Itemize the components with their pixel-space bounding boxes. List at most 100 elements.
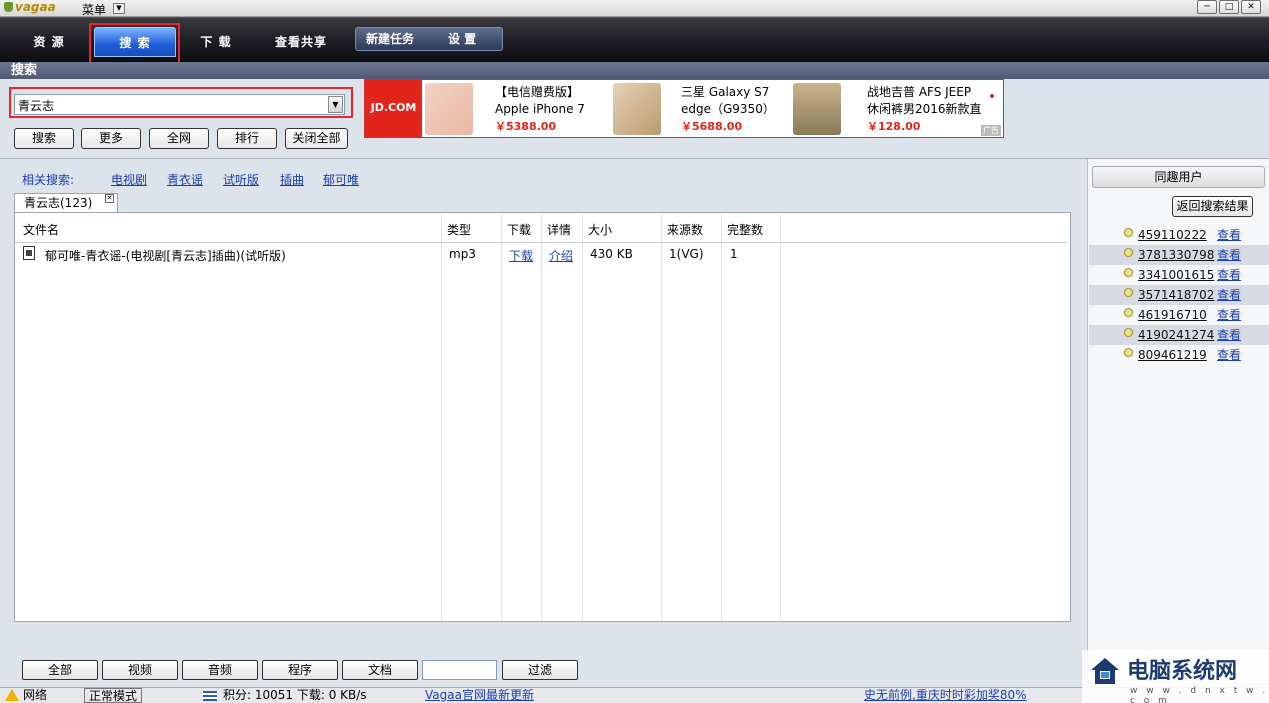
related-link-preview[interactable]: 试听版 [223,171,259,188]
col-divider [721,213,722,621]
user-row[interactable]: 3781330798 查看 [1089,245,1269,265]
restore-button[interactable]: □ [1219,0,1239,14]
search-area: 青云志 ▼ 搜索 更多 全网 排行 关闭全部 JD.COM 【电信赠费版】 Ap… [0,79,1269,159]
pants-image [793,83,841,135]
ad-item-1-line2: Apple iPhone 7 [495,102,585,116]
col-header-sources[interactable]: 来源数 [667,221,703,238]
related-link-song[interactable]: 青衣谣 [167,171,203,188]
filter-audio-button[interactable]: 音频 [182,660,258,680]
user-id[interactable]: 3341001615 [1138,265,1214,285]
similar-users-header[interactable]: 同趣用户 [1092,166,1265,188]
col-header-complete[interactable]: 完整数 [727,221,763,238]
download-link[interactable]: 下载 [509,247,533,264]
related-link-tv[interactable]: 电视剧 [111,171,147,188]
col-divider [661,213,662,621]
col-header-type[interactable]: 类型 [447,221,471,238]
ad-banner[interactable]: JD.COM 【电信赠费版】 Apple iPhone 7 ￥5388.00 三… [364,79,1004,138]
menu-dropdown-icon[interactable]: ▼ [113,3,125,14]
filter-all-button[interactable]: 全部 [22,660,98,680]
col-header-size[interactable]: 大小 [588,221,612,238]
tab-search[interactable]: 搜 索 [94,27,176,57]
search-input[interactable]: 青云志 ▼ [14,94,345,115]
ad-item-2-price: ￥5688.00 [681,120,743,133]
cell-size: 430 KB [590,247,633,261]
user-icon [1123,268,1134,281]
view-user-link[interactable]: 查看 [1217,325,1241,345]
col-header-name[interactable]: 文件名 [23,221,59,238]
col-divider [780,213,781,621]
close-icon[interactable]: ✕ [105,194,114,203]
col-header-detail[interactable]: 详情 [547,221,571,238]
col-header-download[interactable]: 下载 [507,221,531,238]
view-user-link[interactable]: 查看 [1217,345,1241,365]
filter-input[interactable] [422,660,497,680]
results-table: 文件名 类型 下载 详情 大小 来源数 完整数 郁可唯-青衣谣-(电视剧[青云志… [14,212,1071,622]
user-id[interactable]: 4190241274 [1138,325,1214,345]
ad-item-3[interactable]: 战地吉普 AFS JEEP 休闲裤男2016新款直 ￥128.00 [867,84,982,135]
ad-item-2[interactable]: 三星 Galaxy S7 edge（G9350） ￥5688.00 [681,84,775,135]
user-id[interactable]: 3571418702 [1138,285,1214,305]
tab-resources[interactable]: 资 源 [14,27,84,57]
section-title: 搜索 [0,62,1269,79]
minimize-button[interactable]: ─ [1197,0,1217,14]
user-id[interactable]: 3781330798 [1138,245,1214,265]
col-divider [501,213,502,621]
ad-item-1[interactable]: 【电信赠费版】 Apple iPhone 7 ￥5388.00 [495,84,585,135]
tab-downloads[interactable]: 下 载 [180,27,252,57]
cell-type: mp3 [449,247,476,261]
related-link-artist[interactable]: 郁可唯 [323,171,359,188]
all-web-button[interactable]: 全网 [149,128,209,149]
user-icon [1123,228,1134,241]
network-status: 网络 [23,688,48,702]
more-button[interactable]: 更多 [81,128,141,149]
ad-item-1-price: ￥5388.00 [495,120,557,133]
similar-users-panel: 同趣用户 返回搜索结果 459110222 查看 3781330798 查看 33410… [1087,159,1269,687]
iphone-image [425,83,473,135]
close-all-button[interactable]: 关闭全部 [285,128,348,149]
filter-program-button[interactable]: 程序 [262,660,338,680]
tab-result[interactable]: 青云志(123) [14,193,118,213]
title-bar: vagaa 菜单 ▼ ─ □ ✕ [0,0,1269,17]
mode-indicator[interactable]: 正常模式 [84,688,142,703]
filter-apply-button[interactable]: 过滤 [502,660,578,680]
view-user-link[interactable]: 查看 [1217,265,1241,285]
user-id[interactable]: 459110222 [1138,225,1207,245]
search-button[interactable]: 搜索 [14,128,74,149]
user-row[interactable]: 459110222 查看 [1089,225,1269,245]
tab-settings[interactable]: 设 置 [448,28,476,50]
tab-view-share[interactable]: 查看共享 [260,27,342,57]
view-user-link[interactable]: 查看 [1217,225,1241,245]
related-link-insert[interactable]: 插曲 [280,171,304,188]
user-row[interactable]: 809461219 查看 [1089,345,1269,365]
filter-doc-button[interactable]: 文档 [342,660,418,680]
user-icon [1123,248,1134,261]
promo-link[interactable]: 史无前例,重庆时时彩加奖80% [864,688,1027,703]
user-id[interactable]: 809461219 [1138,345,1207,365]
user-row[interactable]: 3341001615 查看 [1089,265,1269,285]
chevron-down-icon[interactable]: ▼ [328,96,343,113]
detail-link[interactable]: 介绍 [549,247,573,264]
close-button[interactable]: ✕ [1241,0,1261,14]
view-user-link[interactable]: 查看 [1217,305,1241,325]
user-id[interactable]: 461916710 [1138,305,1207,325]
user-row[interactable]: 4190241274 查看 [1089,325,1269,345]
user-icon [1123,348,1134,361]
ad-item-3-line2: 休闲裤男2016新款直 [867,102,982,116]
main-nav: 资 源 搜 索 下 载 查看共享 新建任务 设 置 [0,17,1269,62]
filter-video-button[interactable]: 视频 [102,660,178,680]
view-user-link[interactable]: 查看 [1217,285,1241,305]
menu-label[interactable]: 菜单 [82,1,106,18]
tab-new-task[interactable]: 新建任务 [366,28,414,50]
view-user-link[interactable]: 查看 [1217,245,1241,265]
ad-item-1-line1: 【电信赠费版】 [495,85,580,99]
ad-item-2-line2: edge（G9350） [681,102,775,116]
user-row[interactable]: 3571418702 查看 [1089,285,1269,305]
update-link[interactable]: Vagaa官网最新更新 [425,688,534,703]
back-to-results-button[interactable]: 返回搜索结果 [1172,196,1253,217]
ranking-button[interactable]: 排行 [217,128,277,149]
watermark-text: 电脑系统网 [1127,659,1238,684]
cell-sources: 1(VG) [669,247,704,261]
user-row[interactable]: 461916710 查看 [1089,305,1269,325]
app-window: vagaa 菜单 ▼ ─ □ ✕ 资 源 搜 索 下 载 查看共享 新建任务 设… [0,0,1269,703]
galaxy-image [613,83,661,135]
